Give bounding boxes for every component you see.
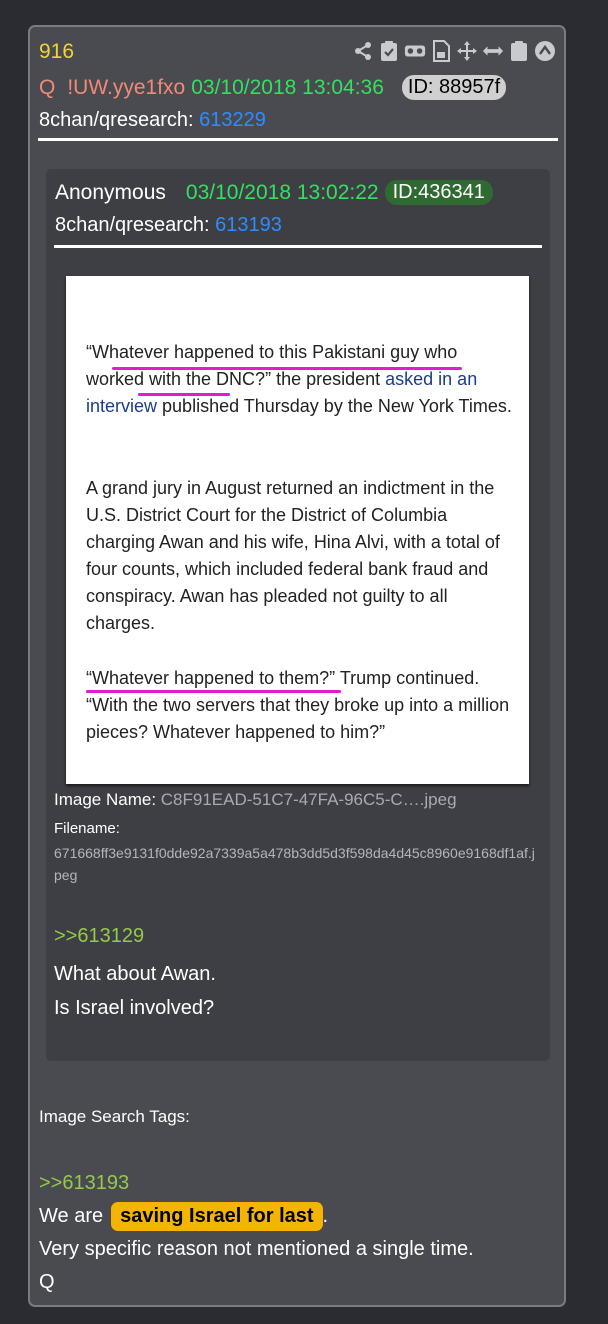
check-clipboard-icon[interactable] [378, 39, 400, 63]
article-paragraph-3: “Whatever happened to them?” Trump conti… [86, 668, 510, 742]
reply-line-2: Very specific reason not mentioned a sin… [39, 1238, 474, 1260]
quoted-board-line: 8chan/qresearch: 613193 [55, 214, 282, 237]
signature: Q [39, 1271, 55, 1293]
attached-image[interactable]: “Whatever happened to this Pakistani guy… [66, 276, 529, 784]
quoted-id-badge[interactable]: ID:436341 [384, 180, 493, 205]
share-icon[interactable] [352, 39, 374, 63]
post-date: 03/10/2018 13:04:36 [191, 75, 384, 99]
quoted-divider [54, 245, 542, 248]
image-search-tags-label: Image Search Tags: [39, 1107, 190, 1126]
highlighted-text: saving Israel for last [111, 1202, 323, 1231]
quoted-header: Anonymous 03/10/2018 13:02:22 ID:436341 [55, 180, 493, 205]
reply-line-1: We are saving Israel for last . [39, 1202, 328, 1231]
post-card: 916 Q !UW.yye1fxo 03/10/2018 13:04:36 ID… [28, 25, 566, 1307]
post-header: Q !UW.yye1fxo 03/10/2018 13:04:36 ID: 88… [39, 75, 507, 100]
article-paragraph-2: A grand jury in August returned an indic… [86, 478, 500, 633]
board-line: 8chan/qresearch: 613229 [39, 109, 266, 132]
quoted-date: 03/10/2018 13:02:22 [185, 180, 379, 204]
pink-underline [86, 690, 341, 693]
image-name-line: Image Name: C8F91EAD-51C7-47FA-96C5-C….j… [54, 790, 457, 810]
clipboard-icon[interactable] [508, 39, 530, 63]
quoted-line: Is Israel involved? [54, 997, 215, 1019]
post-link[interactable]: 613229 [199, 109, 266, 131]
image-name-label: Image Name: [54, 790, 157, 809]
author-name: Q [39, 75, 56, 99]
quoted-line: What about Awan. [54, 963, 216, 985]
filename-value: 671668ff3e9131f0dde92a7339a5a478b3dd5d3f… [54, 845, 535, 883]
quoted-board-name: 8chan/qresearch: [55, 214, 210, 236]
pink-underline [112, 367, 462, 370]
quoted-post-link[interactable]: 613193 [215, 214, 282, 236]
poster-id-badge[interactable]: ID: 88957f [401, 75, 507, 100]
image-name-value[interactable]: C8F91EAD-51C7-47FA-96C5-C….jpeg [161, 790, 457, 809]
pink-underline [138, 393, 230, 396]
quoted-post: Anonymous 03/10/2018 13:02:22 ID:436341 … [46, 169, 550, 1061]
vr-icon[interactable] [404, 39, 426, 63]
board-name: 8chan/qresearch: [39, 109, 194, 131]
header-divider [38, 138, 558, 141]
article-paragraph-1: “Whatever happened to this Pakistani guy… [86, 342, 512, 416]
quoted-author: Anonymous [55, 180, 166, 204]
move-icon[interactable] [456, 39, 478, 63]
tripcode: !UW.yye1fxo [67, 75, 186, 99]
document-icon[interactable] [430, 39, 452, 63]
quote-reference[interactable]: >>613129 [54, 925, 144, 948]
quoted-body: What about Awan. Is Israel involved? [54, 957, 216, 1025]
resize-icon[interactable] [482, 39, 504, 63]
post-toolbar [352, 39, 556, 63]
reply-reference[interactable]: >>613193 [39, 1172, 129, 1195]
post-number[interactable]: 916 [39, 40, 74, 64]
chevron-up-circle-icon[interactable] [534, 39, 556, 63]
filename-label: Filename: [54, 820, 120, 837]
